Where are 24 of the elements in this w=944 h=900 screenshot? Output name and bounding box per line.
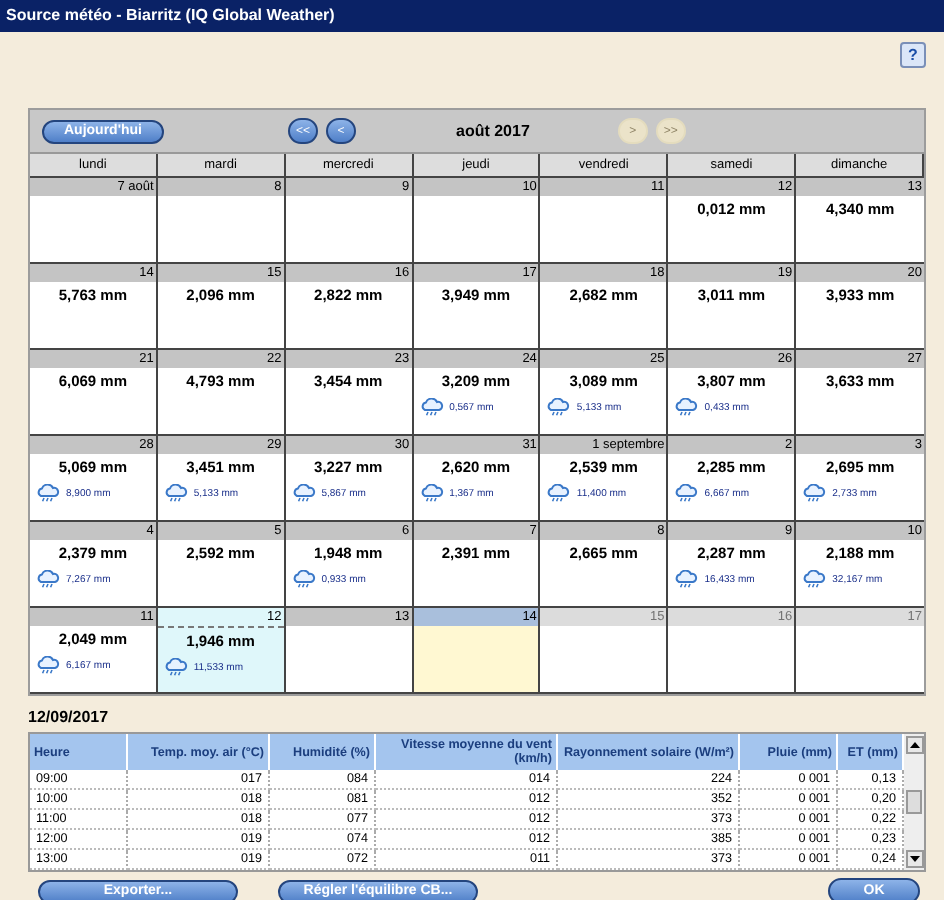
month-label: août 2017	[456, 122, 530, 140]
rain-cloud-icon	[291, 570, 316, 588]
scroll-thumb[interactable]	[906, 790, 922, 814]
rain-cloud-icon	[419, 398, 444, 416]
window-title: Source météo - Biarritz (IQ Global Weather)	[0, 0, 944, 32]
rain-cloud-icon	[546, 484, 571, 502]
selected-date: 12/09/2017	[28, 708, 111, 728]
rain-cloud-icon	[163, 484, 188, 502]
rain-cloud-icon	[163, 658, 188, 676]
rain-cloud-icon	[674, 484, 699, 502]
rain-cloud-icon	[802, 484, 827, 502]
scroll-down-icon[interactable]	[905, 850, 923, 868]
scrollbar[interactable]	[904, 734, 924, 870]
rain-cloud-icon	[36, 484, 60, 502]
rain-cloud-icon	[419, 484, 444, 502]
rain-cloud-icon	[291, 484, 316, 502]
rain-cloud-icon	[802, 570, 827, 588]
rain-cloud-icon	[674, 570, 699, 588]
rain-cloud-icon	[36, 656, 60, 674]
help-button[interactable]: ?	[900, 42, 926, 68]
rain-cloud-icon	[674, 398, 699, 416]
rain-cloud-icon	[36, 570, 60, 588]
rain-cloud-icon	[546, 398, 571, 416]
scroll-up-icon[interactable]	[905, 736, 923, 754]
